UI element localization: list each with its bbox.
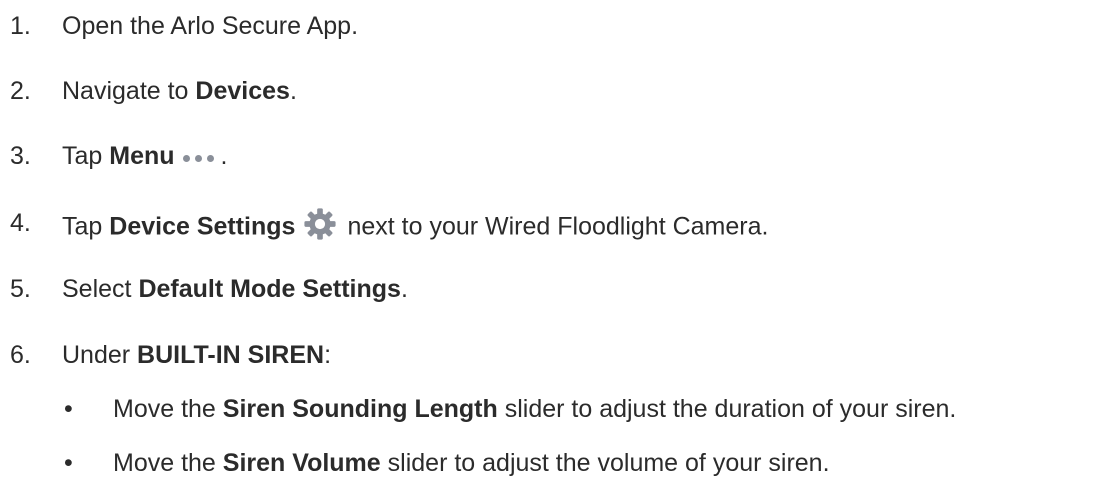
step-number: 4. (10, 209, 31, 237)
ui-term-siren-sounding-length: Siren Sounding Length (222, 395, 498, 423)
step-text-lead: Navigate to (62, 77, 196, 105)
bullet: • (64, 395, 73, 423)
step-number: 6. (10, 341, 31, 369)
ui-term-menu: Menu (109, 142, 175, 170)
ui-term-devices: Devices (195, 77, 290, 105)
step-number: 5. (10, 275, 31, 303)
ui-term-default-mode-settings: Default Mode Settings (138, 275, 401, 303)
step-text-lead: Select (62, 275, 139, 303)
substep-text: Move the Siren Sounding Length slider to… (113, 397, 956, 422)
substep-text-tail: slider to adjust the duration of your si… (497, 395, 957, 423)
substep-text: Move the Siren Volume slider to adjust t… (113, 451, 830, 476)
ui-term-built-in-siren: BUILT-IN SIREN (137, 341, 325, 369)
substep-text-tail: slider to adjust the volume of your sire… (380, 449, 830, 477)
step-text: Tap Device Settings next to your Wired F… (62, 208, 769, 245)
more-dots-icon (182, 142, 219, 167)
step-text-tail: next to your Wired Floodlight Camera. (347, 212, 769, 241)
ui-term-siren-volume: Siren Volume (222, 449, 381, 477)
gear-icon (304, 208, 337, 240)
step-text: Tap Menu. (62, 144, 228, 170)
step-text-tail: . (220, 142, 228, 170)
step-text-lead: Under (62, 341, 138, 369)
step-text: Under BUILT-IN SIREN: (62, 343, 331, 368)
step-text: Open the Arlo Secure App. (62, 12, 359, 40)
step-text-lead: Tap (62, 142, 110, 170)
ui-term-device-settings: Device Settings (109, 212, 296, 241)
step-number: 3. (10, 142, 31, 170)
instruction-list: 1. Open the Arlo Secure App. 2. Navigate… (0, 0, 1106, 482)
step-text: Navigate to Devices. (62, 79, 297, 104)
step-text-tail: : (324, 341, 332, 369)
substep-text-lead: Move the (113, 395, 223, 423)
step-number: 1. (10, 12, 31, 40)
step-text: Select Default Mode Settings. (62, 277, 408, 302)
step-text-tail: . (400, 275, 408, 303)
substep-text-lead: Move the (113, 449, 223, 477)
step-text-tail: . (289, 77, 297, 105)
step-text-lead: Tap (62, 212, 110, 241)
bullet: • (64, 449, 73, 477)
step-number: 2. (10, 77, 31, 105)
